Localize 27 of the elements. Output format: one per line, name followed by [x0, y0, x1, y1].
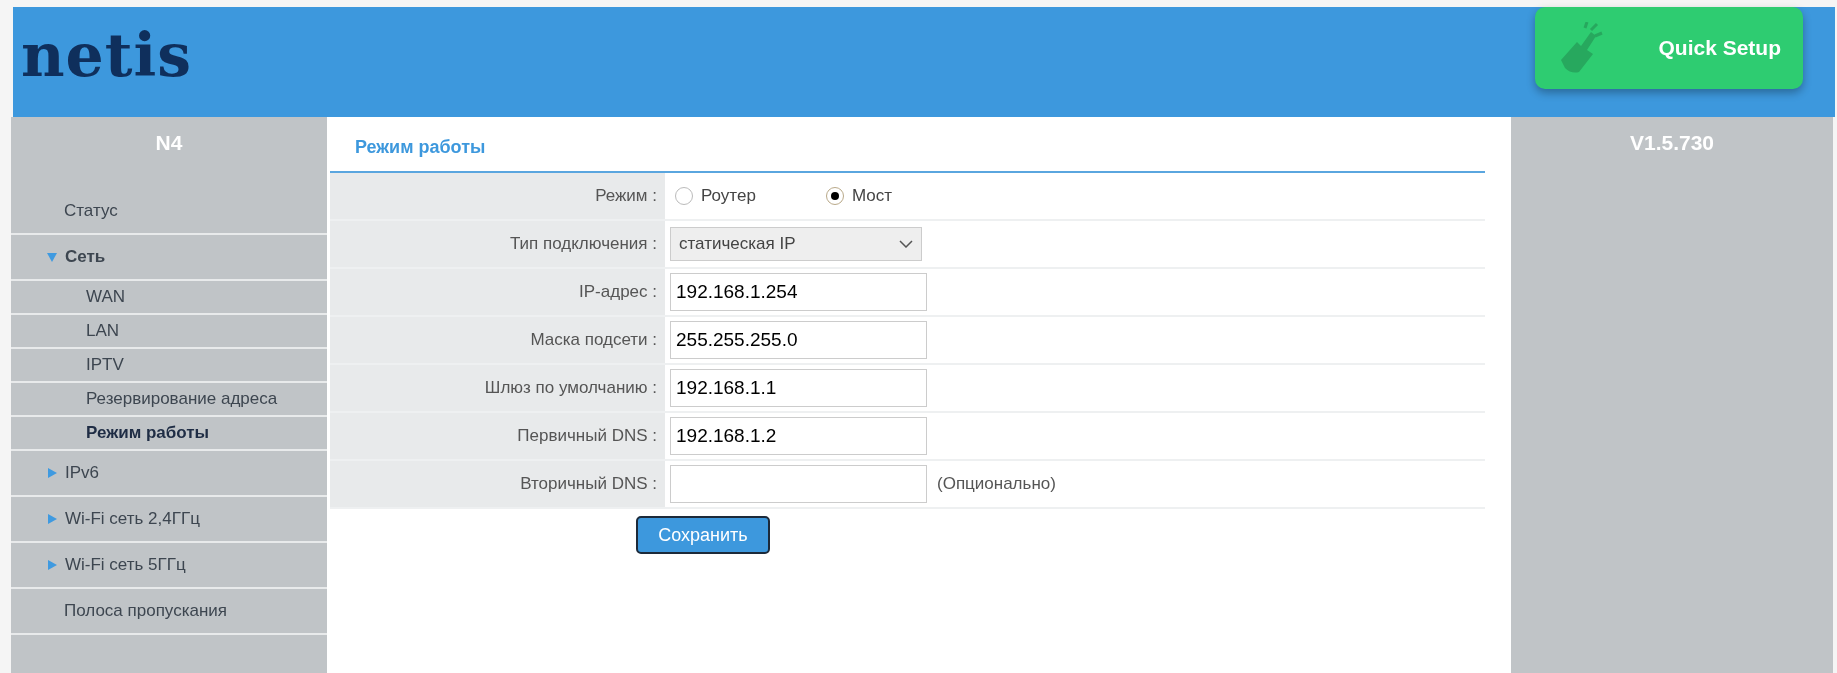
text-input-field[interactable]: 255.255.255.0: [670, 321, 927, 359]
field-label: Режим :: [330, 173, 665, 219]
chevron-down-icon: [899, 240, 913, 248]
text-input-field[interactable]: [670, 465, 927, 503]
collapsed-triangle-icon: [47, 513, 57, 525]
save-button[interactable]: Сохранить: [636, 516, 770, 554]
field-label: IP-адрес :: [330, 269, 665, 315]
connection-type-dropdown[interactable]: статическая IP: [670, 227, 922, 261]
model-name: N4: [154, 130, 184, 156]
field-label: Первичный DNS :: [330, 413, 665, 459]
firmware-version: V1.5.730: [1629, 130, 1715, 156]
field-label: Вторичный DNS :: [330, 461, 665, 507]
text-input-field[interactable]: 192.168.1.2: [670, 417, 927, 455]
radio-option[interactable]: Мост: [825, 183, 892, 209]
expanded-triangle-icon: [47, 251, 57, 263]
text-input-field[interactable]: 192.168.1.254: [670, 273, 927, 311]
radio-button[interactable]: [825, 187, 844, 205]
collapsed-triangle-icon: [47, 467, 57, 479]
field-label: Маска подсети :: [330, 317, 665, 363]
logo: netis: [21, 25, 193, 85]
radio-option[interactable]: Роутер: [675, 183, 756, 209]
text-input-field[interactable]: 192.168.1.1: [670, 369, 927, 407]
optional-hint: (Опционально): [937, 473, 1056, 496]
field-label: Шлюз по умолчанию :: [330, 365, 665, 411]
field-label: Тип подключения :: [330, 221, 665, 267]
radio-button[interactable]: [675, 187, 693, 205]
collapsed-triangle-icon: [47, 559, 57, 571]
